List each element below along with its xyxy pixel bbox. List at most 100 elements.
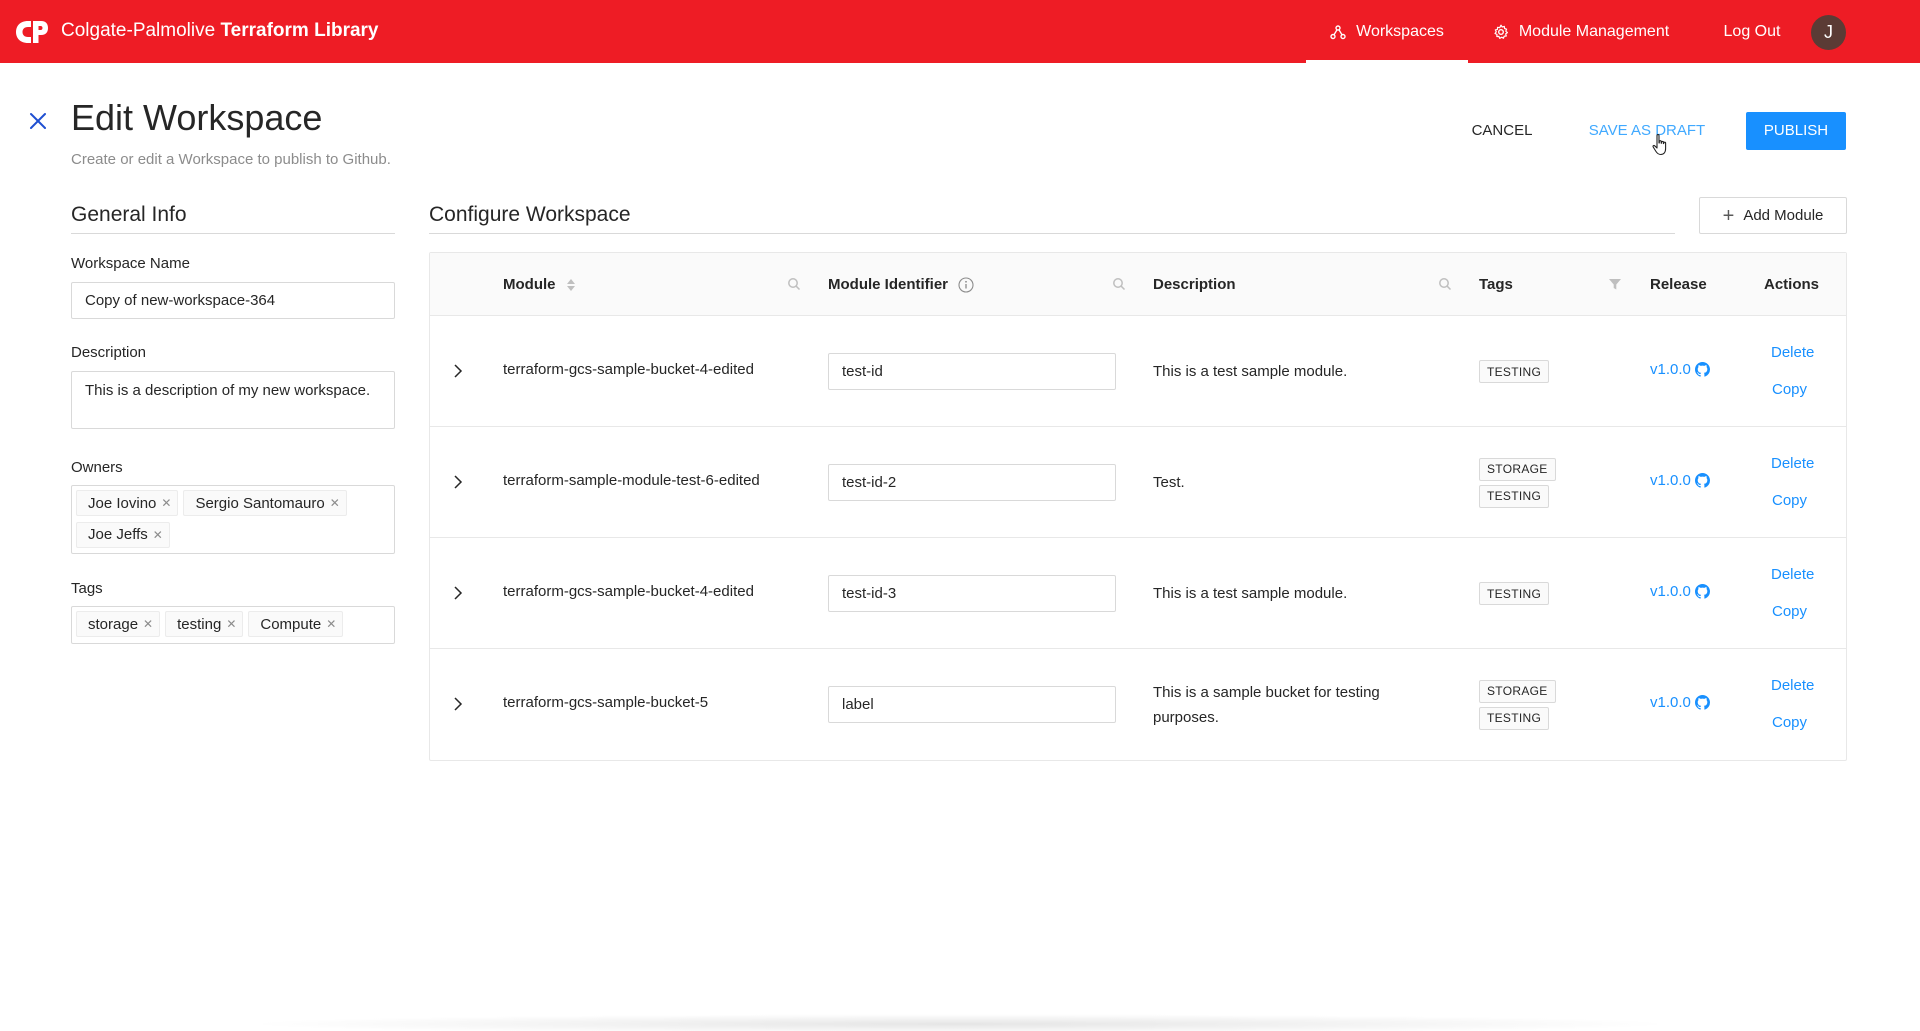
column-description: Description: [1153, 253, 1236, 316]
top-navbar: Colgate-Palmolive Terraform Library Work…: [0, 0, 1920, 63]
module-identifier-input[interactable]: test-id-2: [828, 464, 1116, 501]
chevron-right-icon[interactable]: [450, 583, 466, 603]
column-module[interactable]: Module: [503, 253, 576, 316]
colgate-logo-icon[interactable]: [15, 19, 49, 45]
github-icon: [1694, 473, 1710, 488]
general-info-title: General Info: [71, 203, 187, 226]
tag-chip: Compute ✕: [248, 611, 344, 637]
avatar-initial: J: [1824, 22, 1833, 42]
remove-chip-icon[interactable]: ✕: [153, 528, 163, 542]
brand-title[interactable]: Colgate-Palmolive Terraform Library: [61, 20, 379, 42]
github-icon: [1694, 584, 1710, 599]
copy-link[interactable]: Copy: [1772, 714, 1807, 731]
owners-select[interactable]: Joe Iovino ✕ Sergio Santomauro ✕ Joe Jef…: [71, 485, 395, 554]
sort-icon[interactable]: [566, 278, 576, 292]
brand-name: Terraform Library: [220, 20, 379, 41]
save-as-draft-button[interactable]: SAVE AS DRAFT: [1576, 112, 1718, 150]
workspaces-icon: [1330, 24, 1346, 39]
search-icon[interactable]: [1112, 277, 1126, 291]
tag-badge: STORAGE: [1479, 679, 1556, 703]
description-label: Description: [71, 344, 147, 361]
description-textarea[interactable]: This is a description of my new workspac…: [71, 371, 395, 429]
search-icon[interactable]: [1438, 277, 1452, 291]
tag-badge: TESTING: [1479, 706, 1550, 730]
owners-label: Owners: [71, 459, 123, 476]
copy-link[interactable]: Copy: [1772, 381, 1807, 398]
tag-chip-label: storage: [88, 615, 139, 633]
module-identifier-input[interactable]: test-id-3: [828, 575, 1116, 612]
copy-link[interactable]: Copy: [1772, 603, 1807, 620]
release-version: v1.0.0: [1650, 694, 1691, 711]
release-link[interactable]: v1.0.0: [1650, 472, 1710, 489]
delete-link[interactable]: Delete: [1771, 455, 1814, 472]
general-info-divider: [71, 233, 395, 234]
module-identifier-input[interactable]: test-id: [828, 353, 1116, 390]
workspace-name-label: Workspace Name: [71, 255, 190, 272]
add-module-button[interactable]: + Add Module: [1699, 197, 1847, 234]
module-description: This is a sample bucket for testing purp…: [1153, 683, 1380, 726]
remove-chip-icon[interactable]: ✕: [330, 496, 340, 510]
info-icon[interactable]: [958, 276, 974, 293]
table-row: terraform-sample-module-test-6-edited te…: [430, 427, 1846, 538]
release-version: v1.0.0: [1650, 361, 1691, 378]
delete-link[interactable]: Delete: [1771, 344, 1814, 361]
plus-icon: +: [1722, 204, 1735, 227]
close-icon[interactable]: [28, 111, 48, 131]
copy-link[interactable]: Copy: [1772, 492, 1807, 509]
module-tags: STORAGE TESTING: [1479, 649, 1556, 760]
table-row: terraform-gcs-sample-bucket-5 label This…: [430, 649, 1846, 760]
workspace-name-input[interactable]: Copy of new-workspace-364: [71, 282, 395, 319]
column-release: Release: [1650, 253, 1707, 316]
configure-workspace-title: Configure Workspace: [429, 203, 631, 226]
module-identifier-input[interactable]: label: [828, 686, 1116, 723]
tag-badge: STORAGE: [1479, 457, 1556, 481]
owner-chip-label: Joe Jeffs: [88, 526, 148, 543]
remove-chip-icon[interactable]: ✕: [161, 496, 171, 510]
column-identifier-label: Module Identifier: [828, 276, 948, 293]
modules-table: Module Module Identifier Description Tag…: [429, 252, 1847, 761]
chevron-right-icon[interactable]: [450, 694, 466, 714]
chevron-right-icon[interactable]: [450, 472, 466, 492]
module-name: terraform-sample-module-test-6-edited: [503, 472, 760, 489]
column-tags-label: Tags: [1479, 276, 1513, 293]
column-identifier: Module Identifier: [828, 253, 974, 316]
remove-chip-icon[interactable]: ✕: [226, 617, 236, 631]
hand-cursor-icon: [1652, 134, 1667, 156]
release-version: v1.0.0: [1650, 583, 1691, 600]
module-tags: STORAGE TESTING: [1479, 427, 1556, 538]
filter-icon[interactable]: [1608, 277, 1622, 291]
release-link[interactable]: v1.0.0: [1650, 361, 1710, 378]
nav-module-management[interactable]: Module Management: [1469, 0, 1693, 63]
user-avatar[interactable]: J: [1811, 15, 1846, 50]
tag-chip-label: testing: [177, 615, 222, 633]
github-icon: [1694, 362, 1710, 377]
delete-link[interactable]: Delete: [1771, 566, 1814, 583]
release-link[interactable]: v1.0.0: [1650, 583, 1710, 600]
tag-badge: TESTING: [1479, 582, 1550, 605]
nav-module-management-label: Module Management: [1518, 22, 1670, 40]
nav-workspaces[interactable]: Workspaces: [1306, 0, 1468, 63]
module-description: This is a test sample module.: [1153, 585, 1348, 602]
remove-chip-icon[interactable]: ✕: [143, 617, 153, 631]
owner-chip: Joe Iovino ✕: [76, 490, 179, 516]
publish-button[interactable]: PUBLISH: [1746, 112, 1846, 150]
cancel-button[interactable]: CANCEL: [1456, 112, 1548, 150]
github-icon: [1694, 695, 1710, 710]
chevron-right-icon[interactable]: [450, 361, 466, 381]
tag-badge: TESTING: [1479, 360, 1550, 383]
remove-chip-icon[interactable]: ✕: [326, 617, 336, 631]
release-link[interactable]: v1.0.0: [1650, 694, 1710, 711]
table-row: terraform-gcs-sample-bucket-4-edited tes…: [430, 538, 1846, 649]
tag-chip: testing ✕: [165, 611, 244, 637]
delete-link[interactable]: Delete: [1771, 677, 1814, 694]
nav-workspaces-label: Workspaces: [1356, 22, 1444, 40]
configure-divider: [429, 233, 1675, 234]
add-module-label: Add Module: [1743, 207, 1824, 224]
release-version: v1.0.0: [1650, 472, 1691, 489]
search-icon[interactable]: [787, 277, 801, 291]
module-tags: TESTING: [1479, 538, 1550, 649]
nav-logout[interactable]: Log Out: [1700, 0, 1804, 63]
tags-select[interactable]: storage ✕ testing ✕ Compute ✕: [71, 606, 395, 644]
table-header: Module Module Identifier Description Tag…: [430, 253, 1846, 316]
column-actions: Actions: [1764, 253, 1819, 316]
